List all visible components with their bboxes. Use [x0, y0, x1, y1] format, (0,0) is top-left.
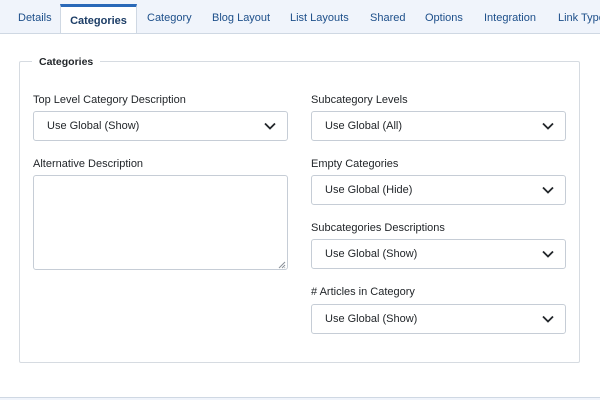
- chevron-down-icon: [253, 112, 287, 140]
- subcategories-descriptions-select[interactable]: Use Global (Show): [311, 239, 566, 269]
- articles-in-category-label: # Articles in Category: [311, 286, 415, 298]
- subcategories-descriptions-value: Use Global (Show): [325, 248, 418, 260]
- empty-categories-label: Empty Categories: [311, 158, 399, 170]
- tab-integration[interactable]: Integration: [484, 0, 536, 33]
- resize-grip-icon[interactable]: [278, 260, 286, 269]
- tab-link-type[interactable]: Link Type: [558, 0, 600, 33]
- tab-category[interactable]: Category: [147, 0, 192, 33]
- subcategory-levels-label: Subcategory Levels: [311, 94, 408, 106]
- articles-in-category-select[interactable]: Use Global (Show): [311, 304, 566, 334]
- articles-in-category-value: Use Global (Show): [325, 313, 418, 325]
- subcategories-descriptions-label: Subcategories Descriptions: [311, 222, 445, 234]
- top-level-description-select[interactable]: Use Global (Show): [33, 111, 288, 141]
- alternative-description-label: Alternative Description: [33, 158, 144, 170]
- fieldset-legend: Categories: [32, 55, 101, 69]
- tab-details[interactable]: Details: [18, 0, 52, 33]
- empty-categories-value: Use Global (Hide): [325, 184, 413, 196]
- tab-shared[interactable]: Shared: [370, 0, 405, 33]
- chevron-down-icon: [531, 112, 565, 140]
- tab-list-layouts[interactable]: List Layouts: [290, 0, 349, 33]
- empty-categories-select[interactable]: Use Global (Hide): [311, 175, 566, 205]
- tab-options[interactable]: Options: [425, 0, 463, 33]
- top-level-description-label: Top Level Category Description: [33, 94, 186, 106]
- tab-categories[interactable]: Categories: [60, 4, 137, 33]
- tab-bar: Details Categories Category Blog Layout …: [0, 0, 600, 34]
- subcategory-levels-select[interactable]: Use Global (All): [311, 111, 566, 141]
- chevron-down-icon: [531, 176, 565, 204]
- tab-blog-layout[interactable]: Blog Layout: [212, 0, 270, 33]
- chevron-down-icon: [531, 305, 565, 333]
- alternative-description-textarea[interactable]: [33, 175, 288, 270]
- subcategory-levels-value: Use Global (All): [325, 120, 403, 132]
- chevron-down-icon: [531, 240, 565, 268]
- top-level-description-value: Use Global (Show): [47, 120, 140, 132]
